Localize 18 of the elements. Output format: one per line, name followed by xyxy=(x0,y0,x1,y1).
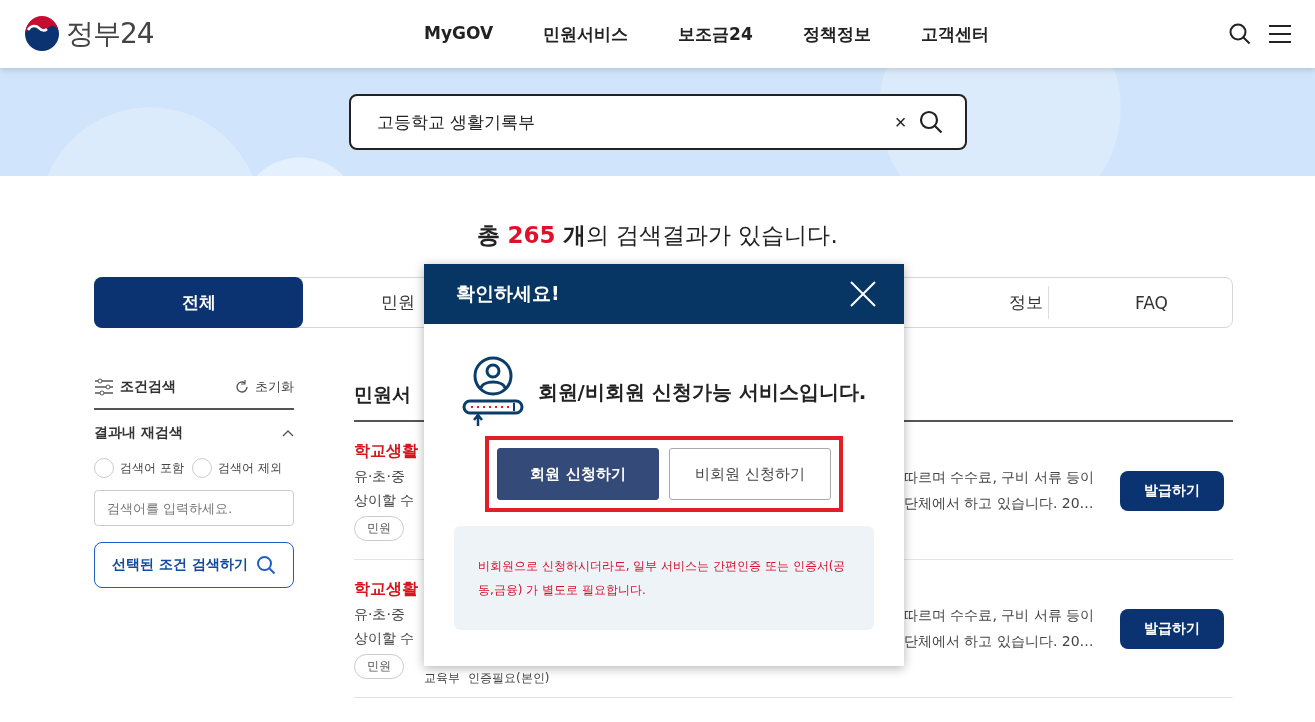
dialog-message: 회원/비회원 신청가능 서비스입니다. xyxy=(537,378,867,406)
result-meta: 교육부 xyxy=(424,670,460,687)
result-summary: 총 265 개의 검색결과가 있습니다. xyxy=(476,221,839,250)
radio-label: 검색어 포함 xyxy=(120,459,184,477)
result-description: 유·초·중 xyxy=(354,467,406,486)
notice-text: 비회원으로 신청하시더라도, 일부 서비스는 간편인증 또는 인증서(공동,금융) 가 별도로 필요합니다. xyxy=(478,558,847,599)
result-description: 단체에서 하고 있습니다. 20… xyxy=(904,494,1094,513)
result-description: 상이할 수 xyxy=(354,491,416,510)
result-description: 단체에서 하고 있습니다. 20… xyxy=(904,632,1094,651)
filter-title: 조건검색 xyxy=(120,378,176,396)
result-description: 상이할 수 xyxy=(354,629,416,648)
dialog-title: 확인하세요! xyxy=(456,281,560,306)
section-title: 결과내 재검색 xyxy=(94,424,183,442)
result-description: 유·초·중 xyxy=(354,605,406,624)
result-description: 따르며 수수료, 구비 서류 등이 xyxy=(904,468,1094,487)
radio-label: 검색어 제외 xyxy=(217,459,282,477)
result-meta: 인증필요(본인) xyxy=(468,670,550,687)
result-description: 따르며 수수료, 구비 서류 등이 xyxy=(904,606,1094,625)
